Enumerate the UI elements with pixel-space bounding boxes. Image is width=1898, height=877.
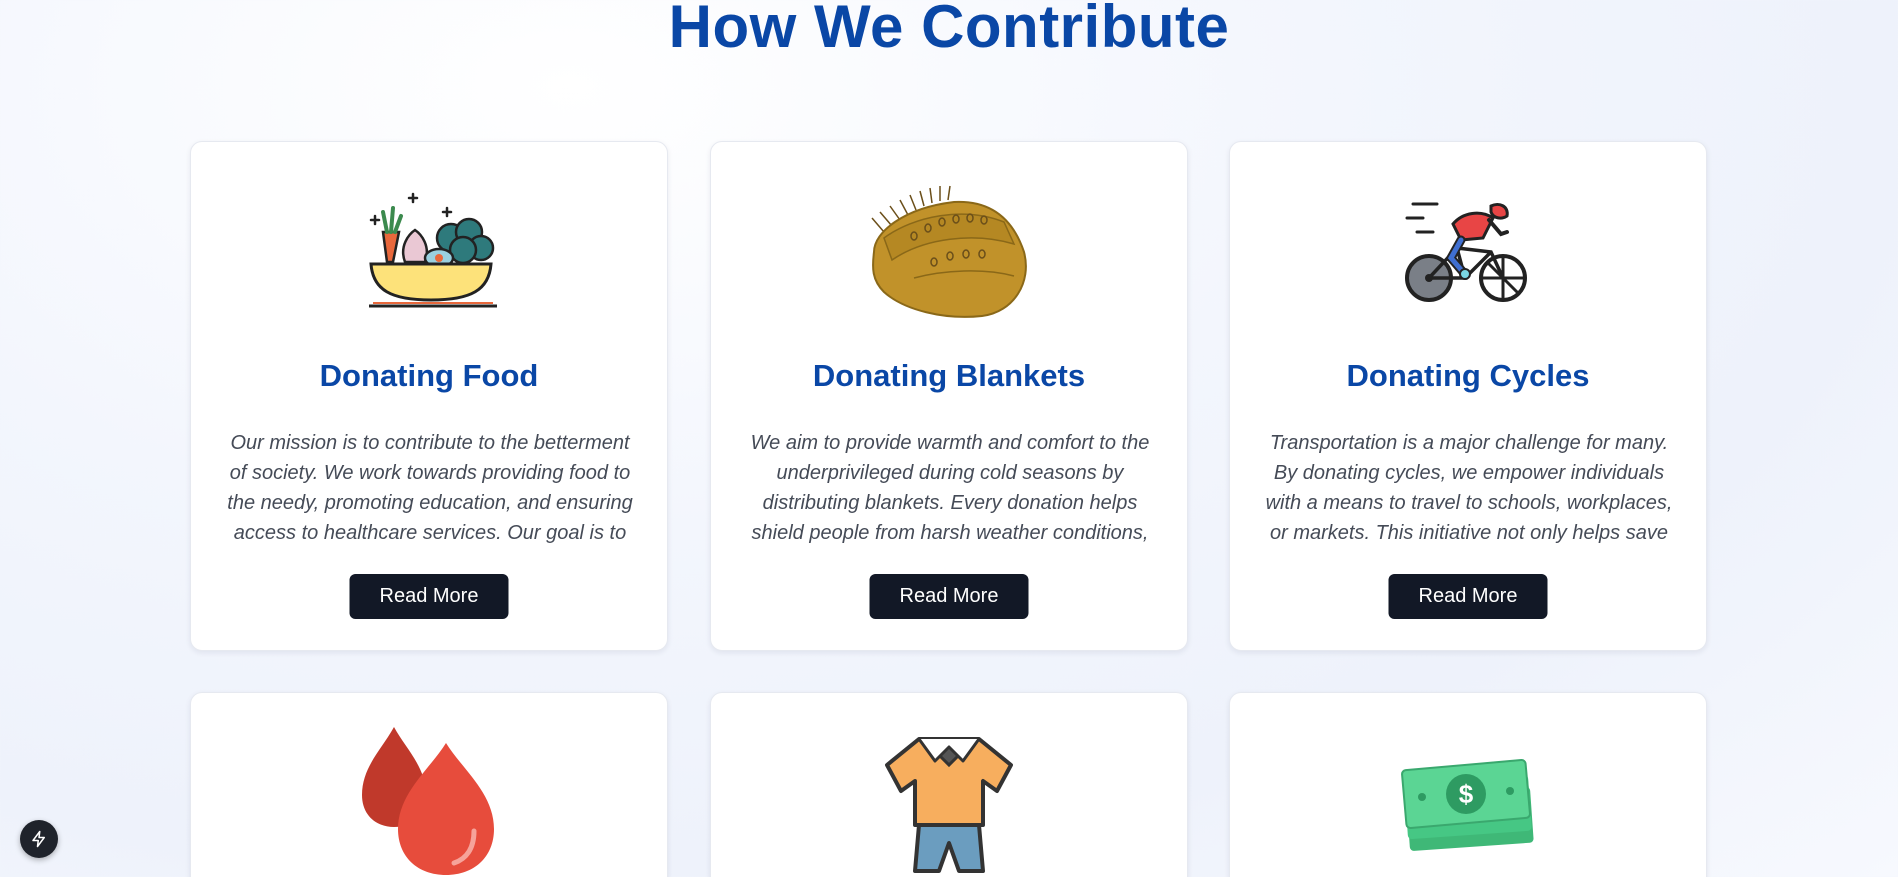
card-title: Donating Cycles — [1346, 358, 1590, 393]
contribution-card-cycles: Donating Cycles Transportation is a majo… — [1229, 141, 1707, 651]
card-description: Transportation is a major challenge for … — [1265, 432, 1673, 544]
lightning-icon — [32, 830, 45, 848]
page-title: How We Contribute — [668, 0, 1230, 60]
contribution-card-blankets: Donating Blankets We aim to provide warm… — [710, 141, 1188, 651]
blood-drops-icon — [362, 727, 494, 875]
blanket-icon — [871, 185, 1027, 318]
read-more-button[interactable]: Read More — [349, 574, 509, 619]
read-more-button[interactable]: Read More — [869, 574, 1029, 619]
food-bowl-icon — [369, 192, 497, 308]
contribution-card-blood — [190, 692, 668, 877]
card-title: Donating Food — [319, 358, 539, 393]
card-title: Donating Blankets — [812, 358, 1086, 393]
cyclist-icon — [1405, 202, 1527, 302]
contribution-card-clothes — [710, 692, 1188, 877]
money-icon: $ — [1401, 759, 1534, 851]
card-description: We aim to provide warmth and comfort to … — [750, 432, 1150, 544]
lightning-button[interactable] — [20, 820, 58, 858]
read-more-button[interactable]: Read More — [1388, 574, 1548, 619]
svg-text:$: $ — [1459, 779, 1474, 809]
contribution-card-food: Donating Food Our mission is to contribu… — [190, 141, 668, 651]
contribution-card-money: $ — [1229, 692, 1707, 877]
clothes-icon — [885, 737, 1013, 873]
card-description: Our mission is to contribute to the bett… — [227, 432, 633, 544]
